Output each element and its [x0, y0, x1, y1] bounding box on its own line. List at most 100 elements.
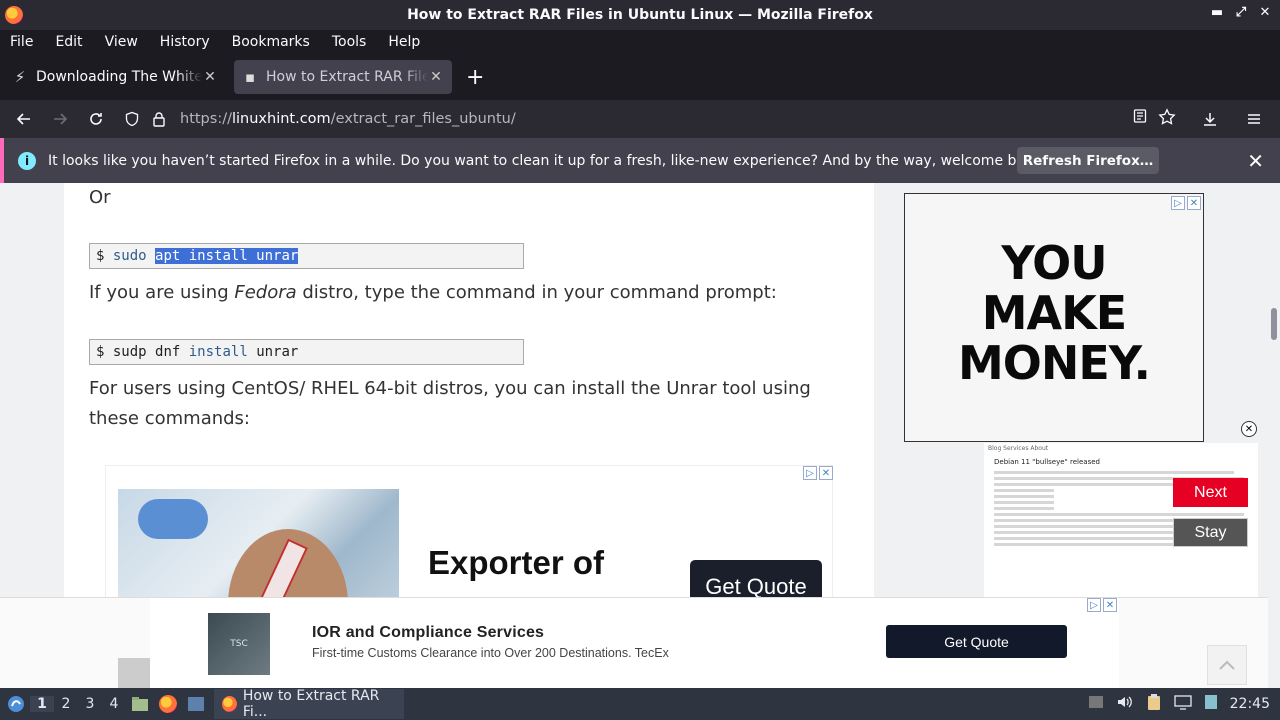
- volume-icon[interactable]: [1116, 694, 1134, 714]
- menu-bookmarks[interactable]: Bookmarks: [221, 34, 321, 50]
- refresh-firefox-button[interactable]: Refresh Firefox…: [1017, 147, 1159, 174]
- workspace-3[interactable]: 3: [78, 696, 102, 712]
- tab-bar: ⚡ Downloading The White House ✕ ▪ How to…: [0, 54, 1280, 100]
- workspace-4[interactable]: 4: [102, 696, 126, 712]
- ad-side-strip: [118, 658, 150, 688]
- vertical-scrollbar[interactable]: [1268, 183, 1280, 688]
- forward-arrow-icon: [54, 113, 68, 125]
- download-icon: [1204, 113, 1216, 126]
- bottom-ad-content[interactable]: ▷ ✕ TSC IOR and Compliance Services Firs…: [150, 598, 1119, 688]
- selected-text: apt install unrar: [155, 248, 299, 264]
- window-titlebar: How to Extract RAR Files in Ubuntu Linux…: [0, 0, 1280, 30]
- clock[interactable]: 22:45: [1230, 696, 1270, 712]
- navigation-bar: https://linuxhint.com/extract_rar_files_…: [0, 100, 1280, 138]
- menu-help[interactable]: Help: [377, 34, 431, 50]
- ad-close-icon[interactable]: ✕: [1187, 196, 1201, 210]
- or-text: Or: [89, 187, 111, 208]
- taskbar: 1 2 3 4 How to Extract RAR Fi... 22:45: [0, 688, 1280, 720]
- hamburger-menu-icon: [1248, 114, 1260, 124]
- close-window-button[interactable]: ✕: [1258, 5, 1272, 20]
- terminal-launcher-icon[interactable]: [182, 693, 210, 715]
- stay-button[interactable]: Stay: [1173, 518, 1248, 547]
- menu-tools[interactable]: Tools: [321, 34, 378, 50]
- system-tray: 22:45: [1088, 693, 1270, 715]
- adchoices-icon[interactable]: ▷: [1171, 196, 1185, 210]
- tab-label: How to Extract RAR Files in Ubuntu: [266, 69, 428, 85]
- window-title: How to Extract RAR Files in Ubuntu Linux…: [407, 7, 873, 23]
- ad-choices[interactable]: ▷ ✕: [803, 466, 833, 480]
- bottom-ad-subtitle[interactable]: First-time Customs Clearance into Over 2…: [312, 646, 669, 660]
- ad-close-icon[interactable]: ✕: [819, 466, 833, 480]
- reload-icon: [90, 113, 102, 125]
- scrollbar-thumb[interactable]: [1271, 308, 1277, 340]
- tab-close-icon[interactable]: ✕: [202, 69, 218, 85]
- menu-bar: File Edit View History Bookmarks Tools H…: [0, 30, 1280, 54]
- web-page: Or $ sudo apt install unrar If you are u…: [0, 183, 1268, 688]
- downloads-button[interactable]: [1192, 104, 1228, 134]
- adchoices-icon[interactable]: ▷: [1087, 598, 1101, 612]
- adchoices-icon[interactable]: ▷: [803, 466, 817, 480]
- side-advertisement[interactable]: ▷ ✕ YOU MAKE MONEY.: [904, 193, 1204, 442]
- next-button[interactable]: Next: [1173, 478, 1248, 507]
- taskbar-window-label: How to Extract RAR Fi...: [242, 688, 380, 720]
- centos-paragraph-line1: For users using CentOS/ RHEL 64-bit dist…: [89, 378, 811, 399]
- back-button[interactable]: [6, 104, 42, 134]
- bottom-sticky-advertisement[interactable]: ▷ ✕ TSC IOR and Compliance Services Firs…: [0, 597, 1268, 688]
- menu-edit[interactable]: Edit: [44, 34, 93, 50]
- notification-message: It looks like you haven’t started Firefo…: [48, 152, 1047, 169]
- menu-file[interactable]: File: [0, 34, 44, 50]
- tab-label: Downloading The White House: [36, 69, 202, 85]
- notification-bar: i It looks like you haven’t started Fire…: [0, 138, 1280, 183]
- maximize-button[interactable]: ⤢: [1234, 5, 1248, 20]
- firefox-icon: [222, 696, 237, 712]
- tab-extract-rar[interactable]: ▪ How to Extract RAR Files in Ubuntu ✕: [234, 60, 452, 94]
- firefox-launcher-icon[interactable]: [154, 693, 182, 715]
- reader-view-icon[interactable]: [1132, 108, 1148, 130]
- display-icon[interactable]: [1173, 694, 1192, 714]
- back-arrow-icon: [16, 113, 30, 125]
- notification-close-icon[interactable]: ✕: [1247, 149, 1264, 173]
- url-bar[interactable]: https://linuxhint.com/extract_rar_files_…: [118, 104, 1176, 134]
- menu-history[interactable]: History: [149, 34, 221, 50]
- code-block-dnf: $ sudp dnf install unrar: [89, 339, 524, 365]
- workspace-2[interactable]: 2: [54, 696, 78, 712]
- reload-button[interactable]: [78, 104, 114, 134]
- chevron-up-icon: [1219, 660, 1235, 670]
- linuxhint-favicon-icon: ▪: [244, 68, 256, 86]
- bottom-get-quote-button[interactable]: Get Quote: [886, 625, 1067, 658]
- firefox-logo-icon: [5, 6, 23, 24]
- ad-choices[interactable]: ▷ ✕: [1087, 598, 1117, 612]
- tab-close-icon[interactable]: ✕: [428, 69, 444, 85]
- app-menu-button[interactable]: [1236, 104, 1272, 134]
- menu-view[interactable]: View: [94, 34, 149, 50]
- url-text[interactable]: https://linuxhint.com/extract_rar_files_…: [180, 111, 516, 127]
- ad-headline[interactable]: Exporter of: [428, 544, 604, 582]
- ad-choices[interactable]: ▷ ✕: [1171, 196, 1201, 210]
- clipboard-icon[interactable]: [1146, 693, 1162, 715]
- new-tab-button[interactable]: +: [466, 65, 484, 90]
- code-block-apt: $ sudo apt install unrar: [89, 243, 524, 269]
- bottom-ad-title[interactable]: IOR and Compliance Services: [312, 624, 544, 642]
- tecex-logo[interactable]: TSC: [208, 613, 270, 675]
- centos-paragraph-line2: these commands:: [89, 408, 250, 429]
- ad-close-icon[interactable]: ✕: [1103, 598, 1117, 612]
- lock-icon[interactable]: [146, 111, 172, 127]
- bookmark-star-icon[interactable]: [1158, 108, 1176, 130]
- minimize-button[interactable]: ▬: [1210, 5, 1224, 20]
- bolt-icon: ⚡: [14, 68, 26, 86]
- side-ad-close-icon[interactable]: ✕: [1241, 421, 1257, 437]
- window-controls: ▬ ⤢ ✕: [1210, 5, 1272, 20]
- tracking-protection-shield-icon[interactable]: [118, 111, 146, 127]
- workspace-1[interactable]: 1: [30, 696, 54, 712]
- app-launcher-icon[interactable]: [2, 690, 30, 718]
- info-icon: i: [18, 151, 36, 170]
- taskbar-firefox-window[interactable]: How to Extract RAR Fi...: [214, 688, 404, 720]
- tray-app-icon[interactable]: [1088, 694, 1104, 714]
- side-ad-text: YOU MAKE MONEY.: [958, 236, 1151, 390]
- scroll-to-top-button[interactable]: [1207, 645, 1247, 685]
- tab-downloading[interactable]: ⚡ Downloading The White House ✕: [4, 60, 226, 94]
- forward-button[interactable]: [42, 104, 78, 134]
- file-manager-icon[interactable]: [126, 693, 154, 715]
- fedora-paragraph: If you are using Fedora distro, type the…: [89, 282, 777, 303]
- network-icon[interactable]: [1204, 694, 1218, 714]
